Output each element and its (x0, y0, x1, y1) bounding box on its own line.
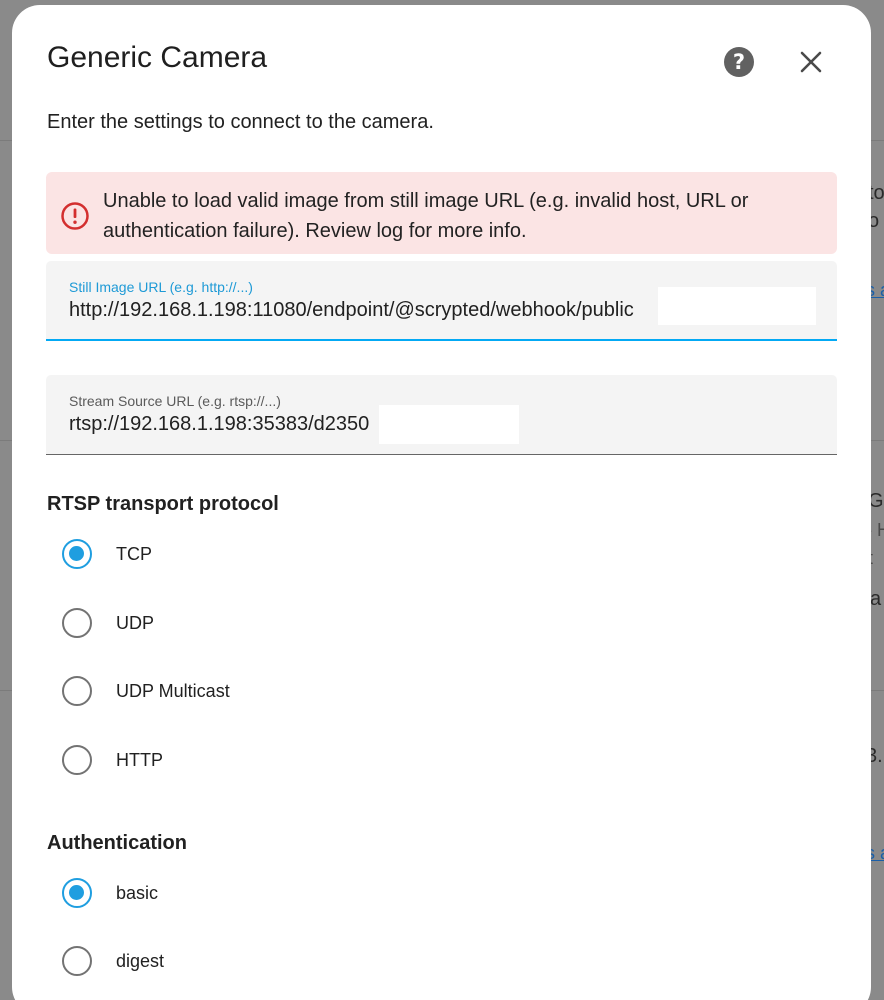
radio-udp[interactable]: UDP (62, 603, 154, 643)
radio-http[interactable]: HTTP (62, 740, 163, 780)
radio-button-checked[interactable] (62, 878, 92, 908)
dialog-subtitle: Enter the settings to connect to the cam… (47, 111, 434, 133)
radio-udp-multicast[interactable]: UDP Multicast (62, 671, 230, 711)
rtsp-transport-title: RTSP transport protocol (47, 493, 279, 515)
redaction-mask (658, 287, 816, 325)
radio-label: digest (116, 950, 165, 971)
radio-label: basic (116, 882, 159, 903)
radio-button[interactable] (62, 676, 92, 706)
radio-digest[interactable]: digest (62, 941, 164, 981)
error-alert: Unable to load valid image from still im… (46, 172, 837, 254)
alert-circle-icon (61, 202, 89, 230)
still-image-url-input[interactable]: http://192.168.1.198:11080/endpoint/@scr… (69, 299, 659, 322)
authentication-title: Authentication (47, 832, 187, 854)
radio-label: HTTP (116, 749, 163, 770)
stream-source-url-input[interactable]: rtsp://192.168.1.198:35383/d2350 (69, 413, 379, 436)
still-image-url-field[interactable]: Still Image URL (e.g. http://...) http:/… (46, 261, 837, 341)
radio-button[interactable] (62, 946, 92, 976)
radio-label: UDP Multicast (116, 680, 230, 701)
radio-label: UDP (116, 612, 155, 633)
background-text: a (870, 588, 882, 610)
still-image-url-label: Still Image URL (e.g. http://...) (69, 279, 253, 295)
generic-camera-dialog: Generic Camera ? Enter the settings to c… (12, 5, 871, 1000)
error-message: Unable to load valid image from still im… (103, 190, 749, 242)
redaction-mask (379, 405, 519, 444)
radio-button-checked[interactable] (62, 539, 92, 569)
stream-source-url-label: Stream Source URL (e.g. rtsp://...) (69, 393, 281, 409)
radio-label: TCP (116, 543, 152, 564)
radio-button[interactable] (62, 608, 92, 638)
radio-button[interactable] (62, 745, 92, 775)
stream-source-url-field[interactable]: Stream Source URL (e.g. rtsp://...) rtsp… (46, 375, 837, 455)
close-icon[interactable] (798, 49, 824, 75)
help-icon[interactable]: ? (724, 47, 754, 77)
radio-tcp[interactable]: TCP (62, 534, 152, 574)
dialog-title: Generic Camera (47, 41, 268, 74)
radio-basic[interactable]: basic (62, 873, 158, 913)
